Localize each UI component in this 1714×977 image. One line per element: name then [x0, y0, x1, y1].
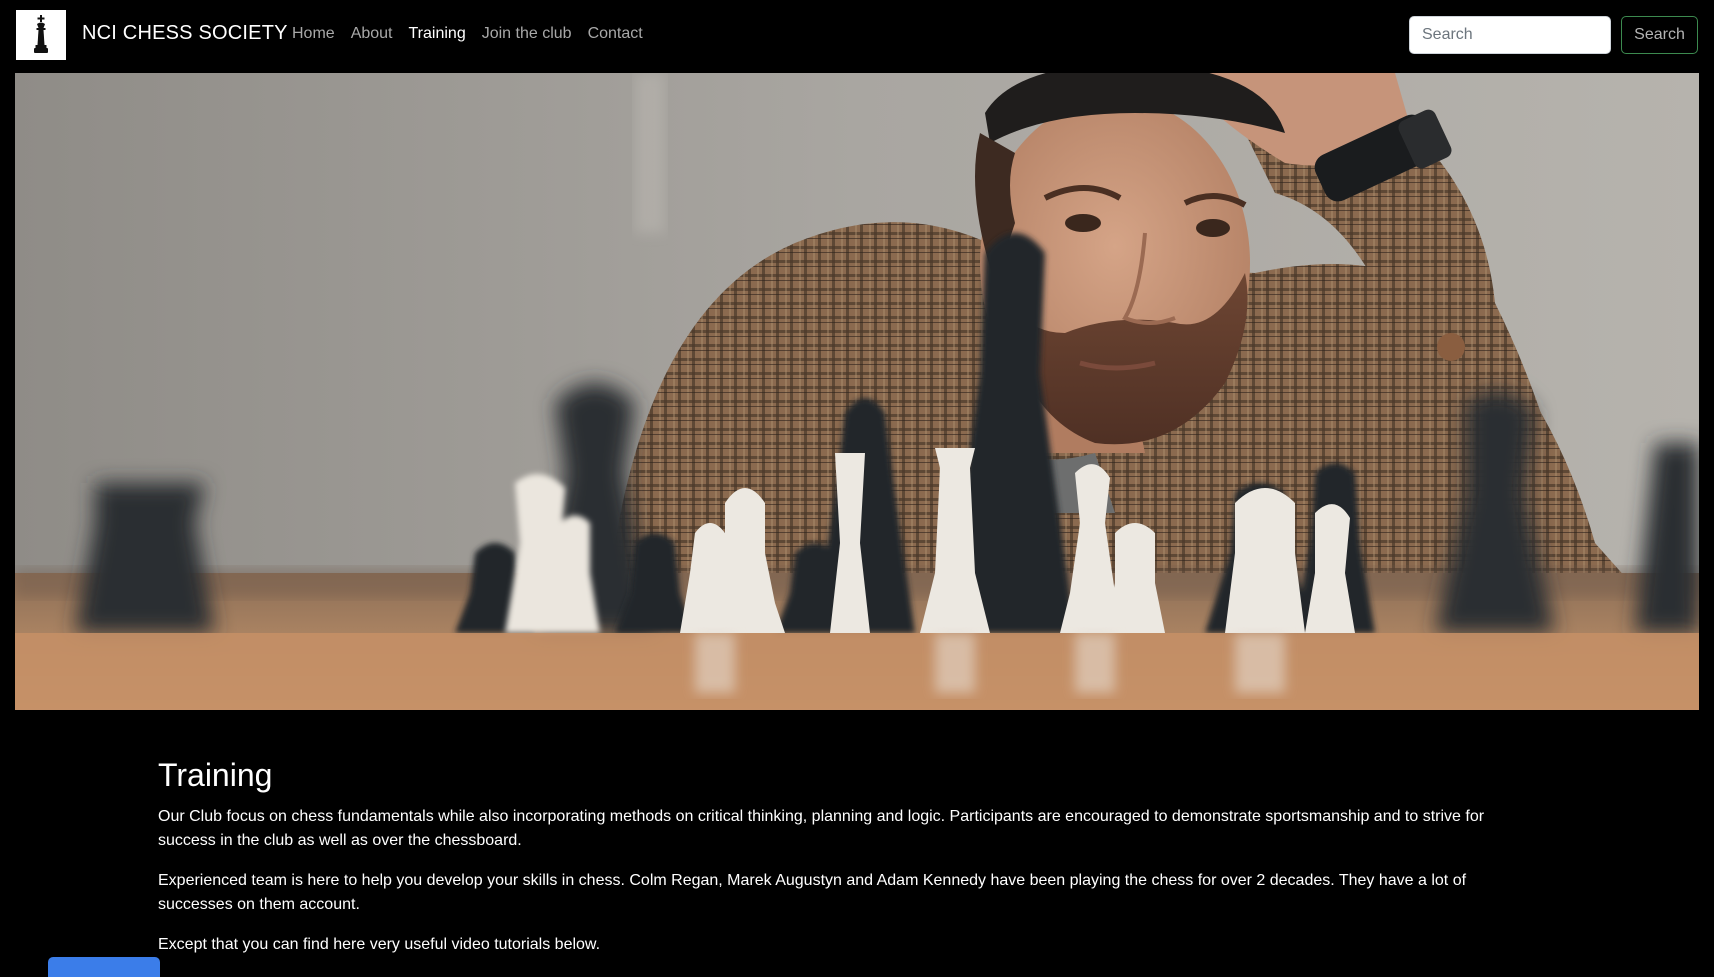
brand-name[interactable]: NCI CHESS SOCIETY [82, 22, 288, 45]
nav-link-join-the-club[interactable]: Join the club [482, 25, 572, 43]
king-chess-piece-icon[interactable] [16, 10, 66, 60]
search-button[interactable]: Search [1621, 16, 1698, 54]
intro-paragraph: Our Club focus on chess fundamentals whi… [158, 808, 1485, 850]
search-input[interactable] [1409, 16, 1611, 54]
main-nav: Home About Training Join the club Contac… [292, 25, 643, 43]
hero-image [15, 73, 1699, 710]
nav-link-home[interactable]: Home [292, 25, 335, 43]
nav-link-contact[interactable]: Contact [588, 25, 643, 43]
nav-link-training[interactable]: Training [409, 25, 466, 43]
team-paragraph: Experienced team is here to help you dev… [158, 872, 1467, 914]
tutorials-paragraph: Except that you can find here very usefu… [158, 936, 601, 954]
main-content: Training Our Club focus on chess fundame… [158, 757, 1538, 973]
page-title: Training [158, 757, 273, 793]
nav-link-about[interactable]: About [351, 25, 393, 43]
bottom-action-button[interactable] [48, 957, 160, 977]
navbar: NCI CHESS SOCIETY Home About Training Jo… [0, 0, 1714, 72]
